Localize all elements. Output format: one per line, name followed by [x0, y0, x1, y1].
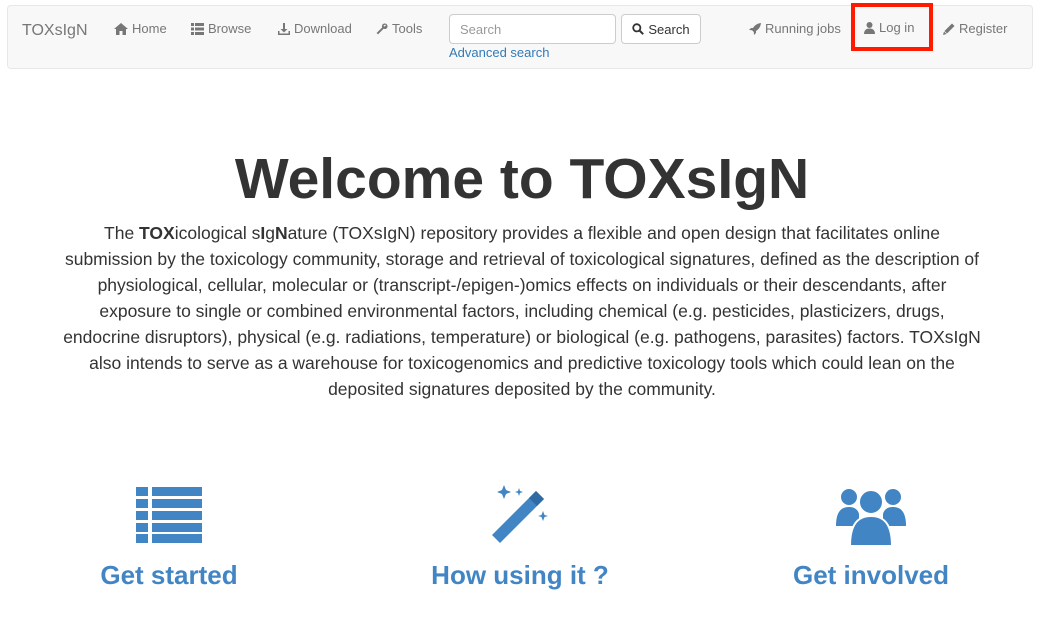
nav-tools[interactable]: Tools	[376, 21, 422, 36]
magic-wand-icon	[370, 480, 670, 550]
search-button-label: Search	[648, 21, 690, 37]
search-input[interactable]	[449, 14, 616, 44]
pencil-icon	[943, 23, 955, 35]
user-icon	[864, 21, 875, 34]
home-icon	[114, 22, 128, 35]
feature-get-started[interactable]: Get started	[19, 480, 319, 591]
search-icon	[632, 23, 645, 35]
nav-register[interactable]: Register	[943, 21, 1007, 36]
nav-running-jobs[interactable]: Running jobs	[749, 21, 841, 36]
feature-how-using-label: How using it ?	[431, 560, 609, 590]
nav-tools-label: Tools	[392, 21, 423, 36]
intro-text-1: The	[104, 223, 140, 243]
intro-text-4: ature (TOXsIgN) repository provides a fl…	[63, 223, 981, 399]
feature-get-started-label: Get started	[100, 560, 238, 590]
nav-running-jobs-label: Running jobs	[765, 21, 841, 36]
nav-register-label: Register	[959, 21, 1008, 36]
intro-text-2: icological s	[174, 223, 261, 243]
search-button[interactable]: Search	[621, 14, 701, 44]
nav-home[interactable]: Home	[114, 21, 167, 36]
download-icon	[278, 22, 290, 35]
advanced-search-link[interactable]: Advanced search	[449, 45, 549, 60]
nav-browse-label: Browse	[208, 21, 252, 36]
list-icon	[19, 480, 319, 550]
nav-browse[interactable]: Browse	[191, 21, 251, 36]
feature-get-involved-label: Get involved	[792, 560, 950, 590]
page-title: Welcome to TOXsIgN	[234, 147, 810, 211]
brand-logo[interactable]: TOXsIgN	[22, 22, 88, 40]
nav-download[interactable]: Download	[278, 21, 352, 36]
intro-text-3: g	[265, 223, 275, 243]
feature-get-involved[interactable]: Get involved	[721, 480, 1021, 591]
nav-login-label: Log in	[879, 20, 915, 35]
rocket-icon	[749, 22, 761, 35]
nav-login[interactable]: Log in	[864, 20, 914, 35]
feature-how-using[interactable]: How using it ?	[370, 480, 670, 591]
nav-download-label: Download	[294, 21, 352, 36]
users-icon	[721, 480, 1021, 550]
intro-bold-1: TOX	[139, 223, 175, 243]
intro-paragraph: The TOXicological sIgNature (TOXsIgN) re…	[62, 220, 982, 402]
wrench-icon	[376, 22, 388, 35]
intro-bold-3: N	[274, 223, 288, 243]
th-list-icon	[191, 22, 204, 35]
nav-home-label: Home	[132, 21, 167, 36]
